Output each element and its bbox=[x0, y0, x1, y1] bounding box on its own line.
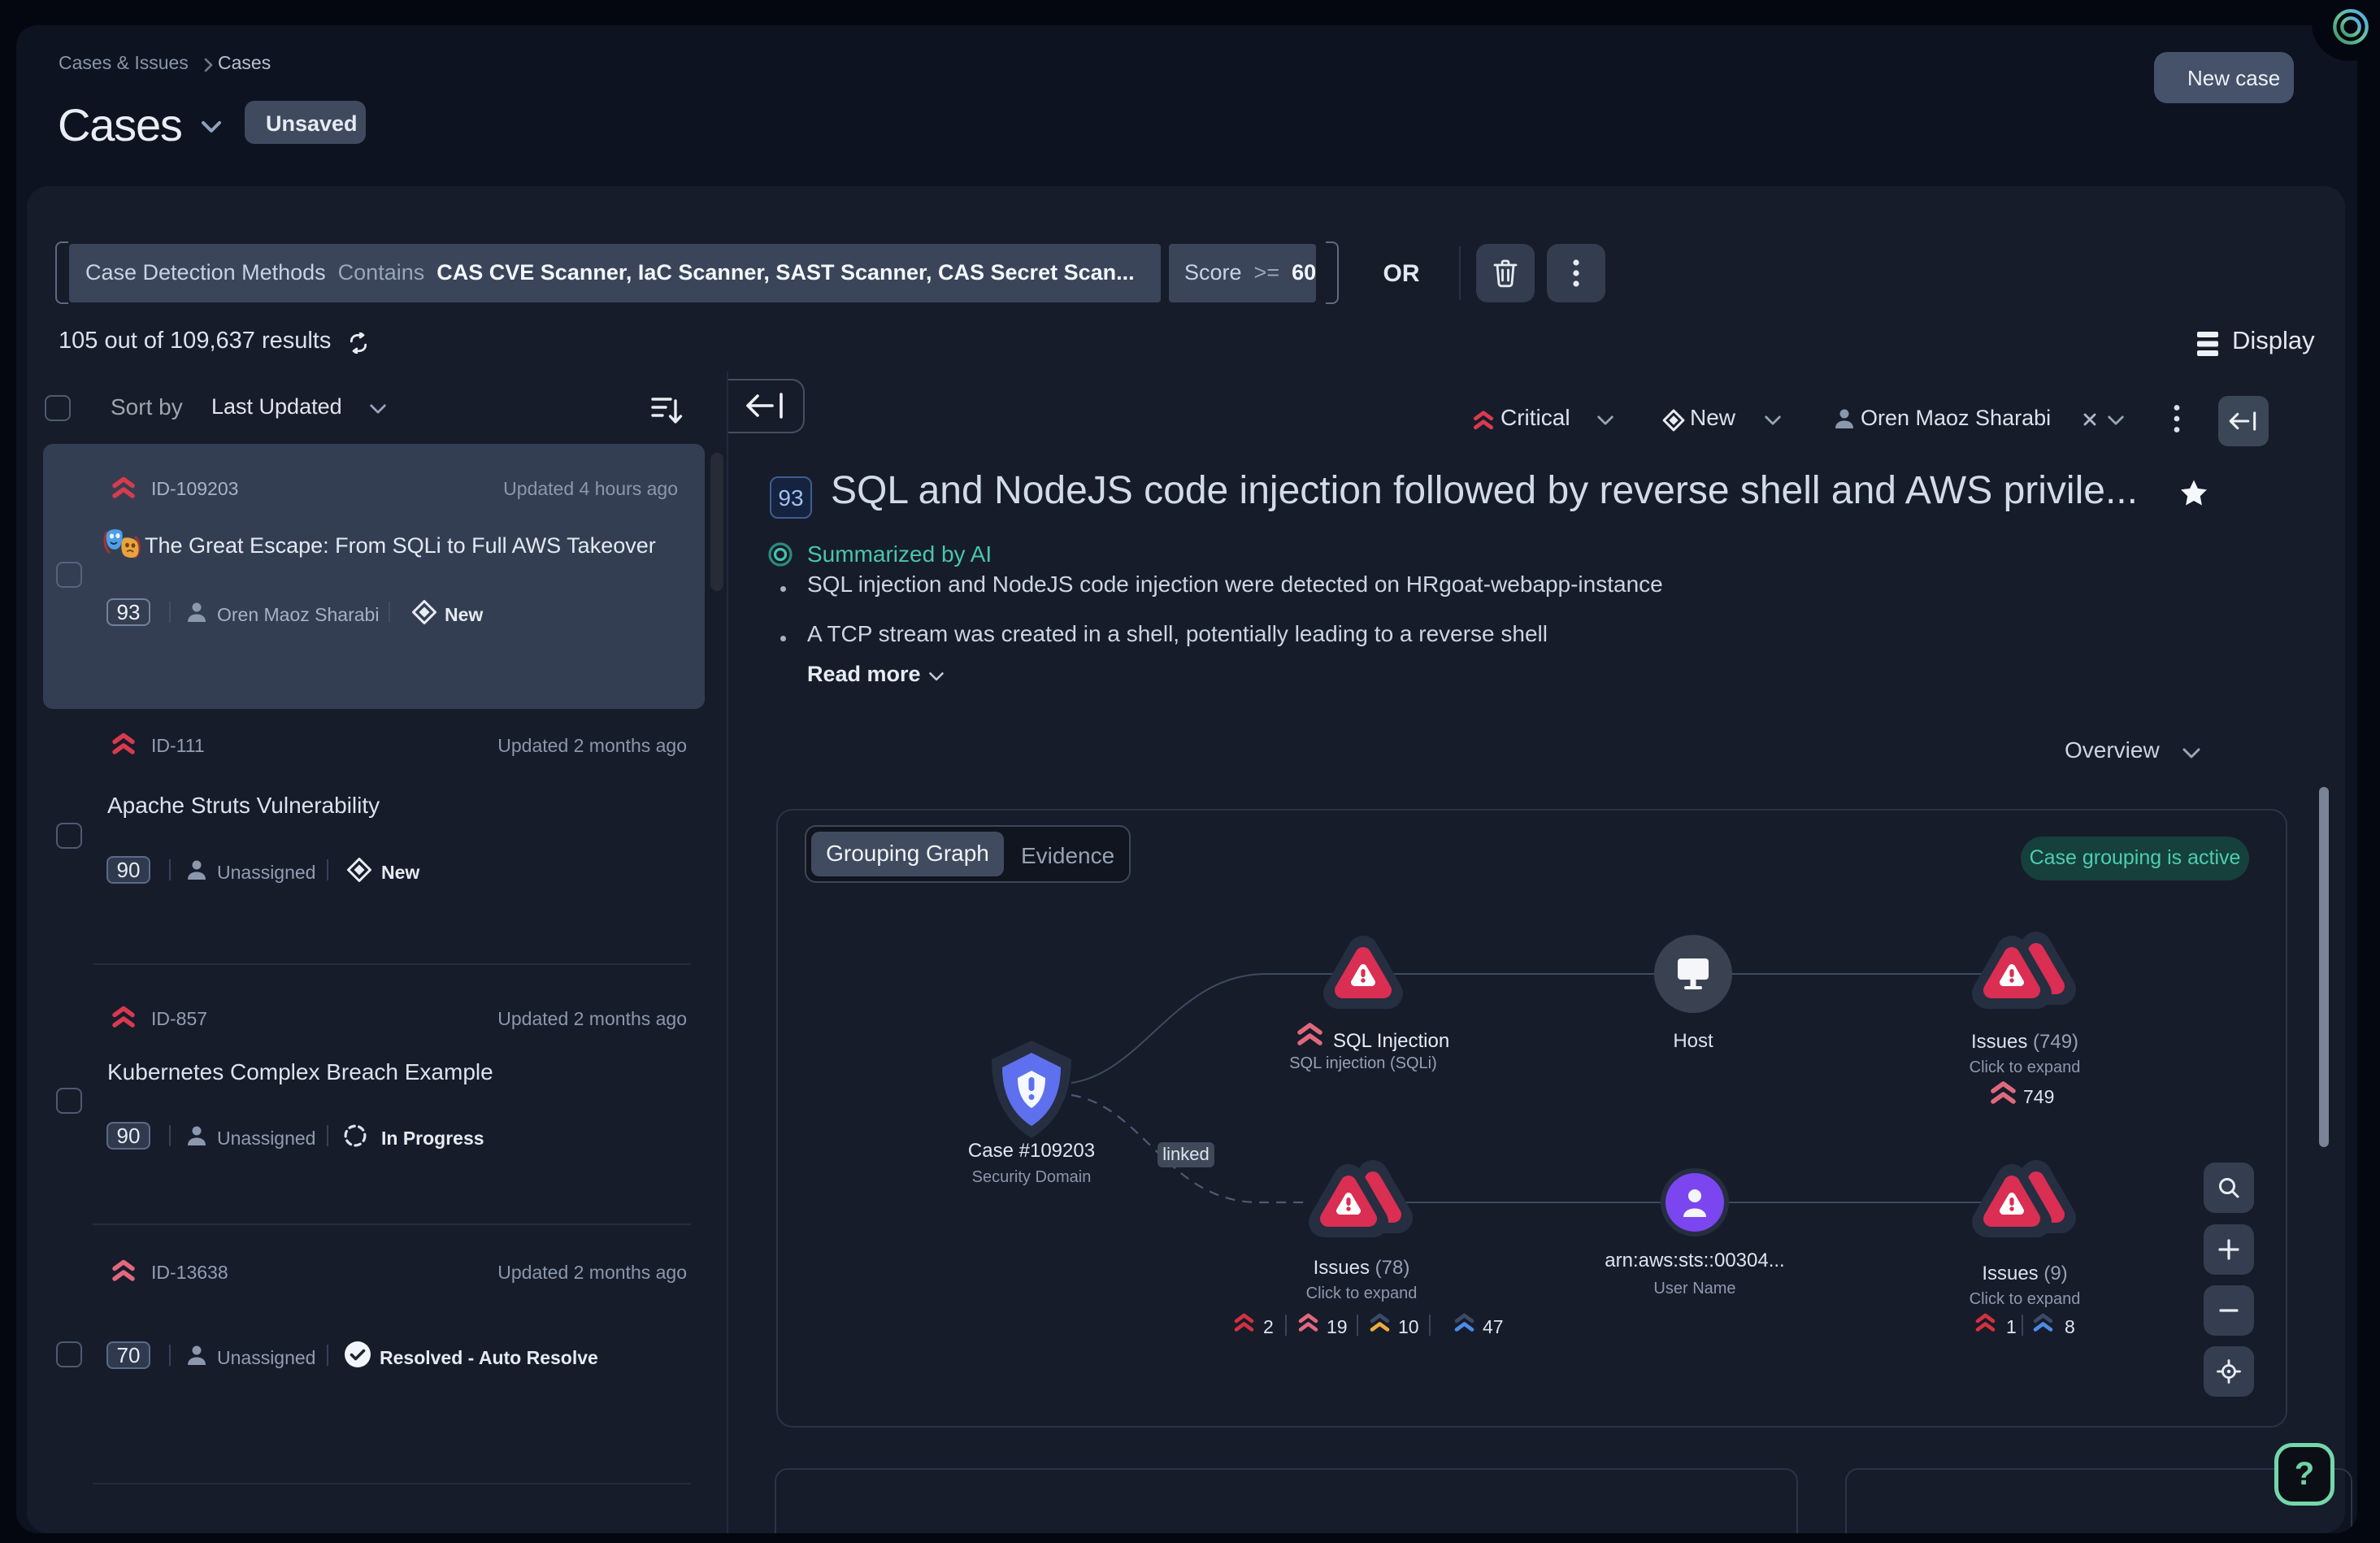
svg-text:1: 1 bbox=[2006, 1316, 2017, 1337]
svg-text:10: 10 bbox=[1398, 1316, 1419, 1337]
svg-text:Click to expand: Click to expand bbox=[1970, 1290, 2081, 1308]
svg-text:Issues (9): Issues (9) bbox=[1982, 1263, 2067, 1284]
svg-text:8: 8 bbox=[2065, 1316, 2075, 1337]
svg-text:2: 2 bbox=[1263, 1316, 1274, 1337]
svg-text:Issues (749): Issues (749) bbox=[1971, 1031, 2078, 1053]
svg-text:SQL Injection: SQL Injection bbox=[1333, 1030, 1449, 1052]
svg-text:SQL injection (SQLi): SQL injection (SQLi) bbox=[1289, 1054, 1437, 1072]
svg-text:User Name: User Name bbox=[1653, 1280, 1735, 1297]
svg-text:Issues (78): Issues (78) bbox=[1314, 1257, 1410, 1279]
svg-text:arn:aws:sts::00304...: arn:aws:sts::00304... bbox=[1605, 1250, 1784, 1271]
svg-text:Case #109203: Case #109203 bbox=[968, 1140, 1095, 1162]
svg-text:Click to expand: Click to expand bbox=[1970, 1058, 2081, 1076]
svg-text:47: 47 bbox=[1483, 1316, 1504, 1337]
svg-text:Security Domain: Security Domain bbox=[972, 1168, 1092, 1186]
svg-text:Click to expand: Click to expand bbox=[1306, 1284, 1418, 1302]
svg-text:749: 749 bbox=[2023, 1086, 2054, 1107]
svg-text:19: 19 bbox=[1327, 1316, 1348, 1337]
svg-text:Host: Host bbox=[1673, 1030, 1713, 1052]
